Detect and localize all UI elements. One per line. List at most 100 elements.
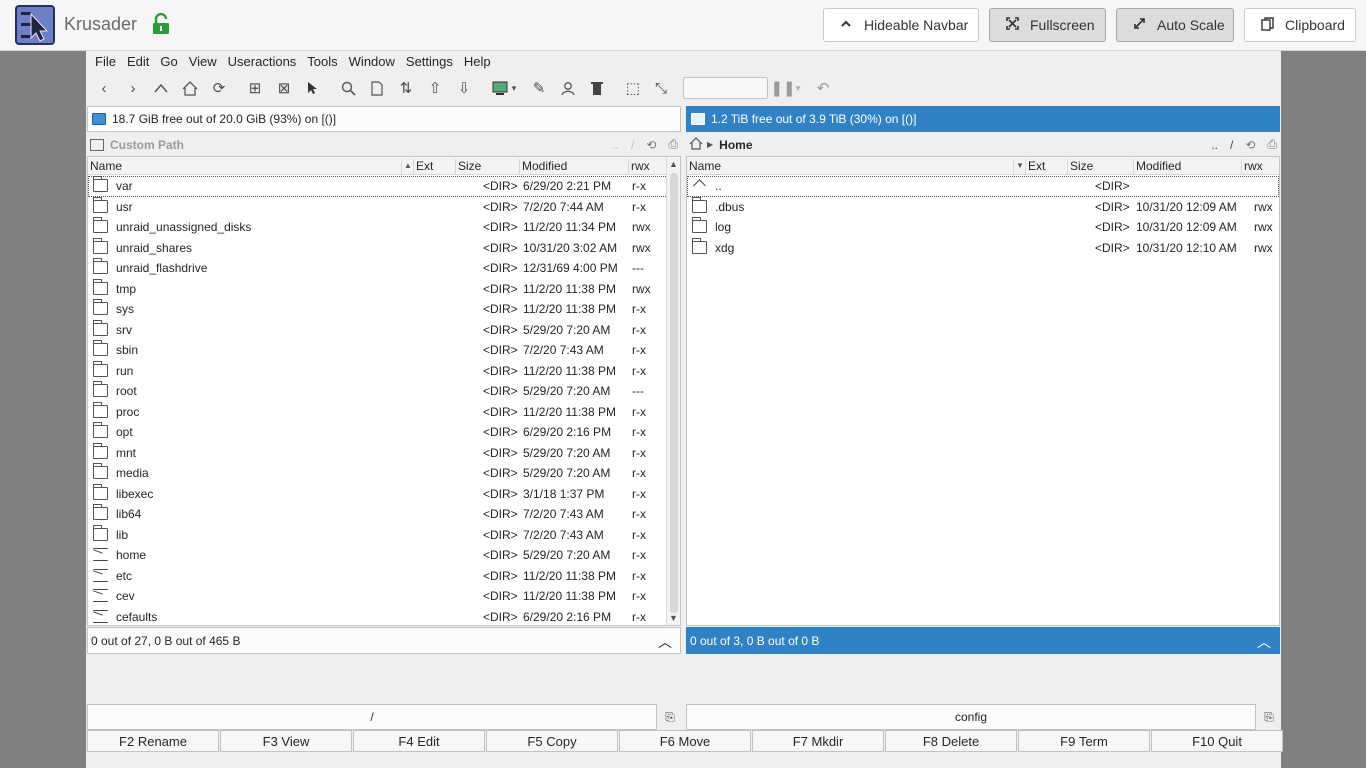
right-path-root[interactable]: / — [1230, 138, 1233, 152]
unselect-group-icon[interactable]: ⊠ — [274, 78, 294, 98]
bookmark-icon[interactable]: ⎙ — [1267, 137, 1277, 152]
menu-useractions[interactable]: Useractions — [223, 54, 302, 69]
col-rwx[interactable]: rwx — [1241, 159, 1279, 175]
left-path-parent[interactable]: .. — [612, 138, 619, 152]
file-row[interactable]: var <DIR> 6/29/20 2:21 PM r-x — [88, 176, 680, 197]
file-row[interactable]: opt <DIR> 6/29/20 2:16 PM r-x — [88, 422, 680, 443]
file-row[interactable]: .. <DIR> — [687, 176, 1279, 197]
file-row[interactable]: unraid_flashdrive <DIR> 12/31/69 4:00 PM --… — [88, 258, 680, 279]
file-row[interactable]: usr <DIR> 7/2/20 7:44 AM r-x — [88, 196, 680, 218]
file-row[interactable]: cefaults <DIR> 6/29/20 2:16 PM r-x — [88, 607, 680, 626]
file-row[interactable]: lib <DIR> 7/2/20 7:43 AM r-x — [88, 524, 680, 546]
back-icon[interactable]: ‹ — [94, 78, 114, 98]
menu-file[interactable]: File — [90, 54, 121, 69]
select-all-icon[interactable]: ⬚ — [623, 78, 643, 98]
col-modified[interactable]: Modified — [519, 159, 628, 175]
fkey-view[interactable]: F3 View — [220, 730, 352, 752]
fkey-rename[interactable]: F2 Rename — [87, 730, 219, 752]
fkey-quit[interactable]: F10 Quit — [1151, 730, 1283, 752]
file-row[interactable]: mnt <DIR> 5/29/20 7:20 AM r-x — [88, 442, 680, 464]
new-file-icon[interactable] — [367, 78, 387, 98]
col-name[interactable]: Name — [88, 159, 414, 175]
col-rwx[interactable]: rwx — [628, 159, 668, 175]
left-scrollbar[interactable]: ▲ ▼ — [666, 157, 680, 625]
pause-dropdown-icon[interactable]: ▾ — [792, 78, 804, 98]
bookmark-icon[interactable]: ⎙ — [668, 137, 678, 152]
quick-filter-field[interactable] — [683, 77, 768, 99]
file-row[interactable]: cev <DIR> 11/2/20 11:38 PM r-x — [88, 586, 680, 607]
left-cmd-path[interactable]: / — [87, 704, 657, 730]
swap-panels-icon[interactable]: ⇅ — [396, 78, 416, 98]
history-icon[interactable]: ⟲ — [646, 138, 656, 152]
forward-icon[interactable]: › — [123, 78, 143, 98]
trash-icon[interactable] — [587, 78, 607, 98]
scroll-down-icon[interactable]: ▼ — [669, 613, 678, 623]
select-pointer-icon[interactable] — [302, 78, 322, 98]
file-row[interactable]: media <DIR> 5/29/20 7:20 AM r-x — [88, 463, 680, 484]
invert-selection-icon[interactable]: ⤡ — [651, 78, 671, 98]
col-size[interactable]: Size — [1067, 159, 1133, 175]
fkey-edit[interactable]: F4 Edit — [353, 730, 485, 752]
home-icon[interactable] — [180, 78, 200, 98]
right-open-terminal-icon[interactable]: ⎘ — [1257, 704, 1281, 730]
file-row[interactable]: xdg <DIR> 10/31/20 12:10 AM rwx — [687, 237, 1279, 259]
file-row[interactable]: sys <DIR> 11/2/20 11:38 PM r-x — [88, 299, 680, 320]
right-cmd-path[interactable]: config — [686, 704, 1256, 730]
col-modified[interactable]: Modified — [1133, 159, 1241, 175]
left-status-bar[interactable]: 0 out of 27, 0 B out of 465 B ︿ — [87, 627, 681, 654]
left-free-space-bar[interactable]: 18.7 GiB free out of 20.0 GiB (93%) on [… — [87, 106, 681, 132]
menu-view[interactable]: View — [184, 54, 222, 69]
fullscreen-button[interactable]: Fullscreen — [989, 8, 1106, 42]
right-path-text[interactable]: Home — [719, 138, 752, 152]
search-icon[interactable] — [338, 78, 358, 98]
up-icon[interactable] — [151, 78, 171, 98]
menu-window[interactable]: Window — [344, 54, 400, 69]
file-row[interactable]: .dbus <DIR> 10/31/20 12:09 AM rwx — [687, 196, 1279, 218]
fkey-copy[interactable]: F5 Copy — [486, 730, 618, 752]
pen-icon[interactable]: ✎ — [529, 78, 549, 98]
unlock-icon[interactable] — [152, 12, 170, 35]
col-size[interactable]: Size — [455, 159, 519, 175]
hideable-navbar-button[interactable]: Hideable Navbar — [823, 8, 979, 42]
right-status-bar[interactable]: 0 out of 3, 0 B out of 0 B ︿ — [686, 627, 1280, 654]
chevron-up-icon[interactable]: ︿ — [1257, 632, 1271, 652]
scroll-up-icon[interactable]: ▲ — [669, 159, 678, 169]
clipboard-button[interactable]: Clipboard — [1244, 8, 1356, 42]
compare-icon[interactable]: ⇧ — [425, 78, 445, 98]
sync-icon[interactable]: ⇩ — [454, 78, 474, 98]
right-free-space-bar[interactable]: 1.2 TiB free out of 3.9 TiB (30%) on [()… — [686, 106, 1280, 132]
file-row[interactable]: lib64 <DIR> 7/2/20 7:43 AM r-x — [88, 504, 680, 525]
fkey-term[interactable]: F9 Term — [1018, 730, 1150, 752]
refresh-icon[interactable]: ⟳ — [209, 78, 229, 98]
file-row[interactable]: srv <DIR> 5/29/20 7:20 AM r-x — [88, 319, 680, 341]
file-row[interactable]: tmp <DIR> 11/2/20 11:38 PM rwx — [88, 278, 680, 300]
fkey-mkdir[interactable]: F7 Mkdir — [752, 730, 884, 752]
chevron-up-icon[interactable]: ︿ — [658, 632, 672, 652]
terminal-icon[interactable] — [490, 78, 510, 98]
history-icon[interactable]: ⟲ — [1245, 138, 1255, 152]
col-ext[interactable]: Ext — [1025, 159, 1067, 175]
left-scroll-thumb[interactable] — [670, 173, 678, 613]
user-icon[interactable] — [558, 78, 578, 98]
menu-go[interactable]: Go — [155, 54, 182, 69]
col-name[interactable]: Name — [687, 159, 1025, 175]
file-row[interactable]: root <DIR> 5/29/20 7:20 AM --- — [88, 381, 680, 402]
file-row[interactable]: proc <DIR> 11/2/20 11:38 PM r-x — [88, 401, 680, 423]
file-row[interactable]: sbin <DIR> 7/2/20 7:43 AM r-x — [88, 340, 680, 361]
left-path-text[interactable]: Custom Path — [110, 138, 184, 152]
dropdown-arrow-icon[interactable]: ▾ — [508, 78, 520, 98]
menu-settings[interactable]: Settings — [401, 54, 458, 69]
file-row[interactable]: etc <DIR> 11/2/20 11:38 PM r-x — [88, 566, 680, 587]
menu-edit[interactable]: Edit — [122, 54, 154, 69]
auto-scale-button[interactable]: Auto Scale — [1116, 8, 1234, 42]
left-open-terminal-icon[interactable]: ⎘ — [658, 704, 682, 730]
pause-icon[interactable]: ❚❚ — [770, 78, 795, 98]
menu-tools[interactable]: Tools — [302, 54, 342, 69]
file-row[interactable]: unraid_shares <DIR> 10/31/20 3:02 AM rwx — [88, 237, 680, 259]
fkey-move[interactable]: F6 Move — [619, 730, 751, 752]
right-path-parent[interactable]: .. — [1211, 138, 1218, 152]
select-group-icon[interactable]: ⊞ — [245, 78, 265, 98]
left-path-root[interactable]: / — [631, 138, 634, 152]
file-row[interactable]: unraid_unassigned_disks <DIR> 11/2/20 11:3… — [88, 217, 680, 238]
file-row[interactable]: run <DIR> 11/2/20 11:38 PM r-x — [88, 360, 680, 382]
